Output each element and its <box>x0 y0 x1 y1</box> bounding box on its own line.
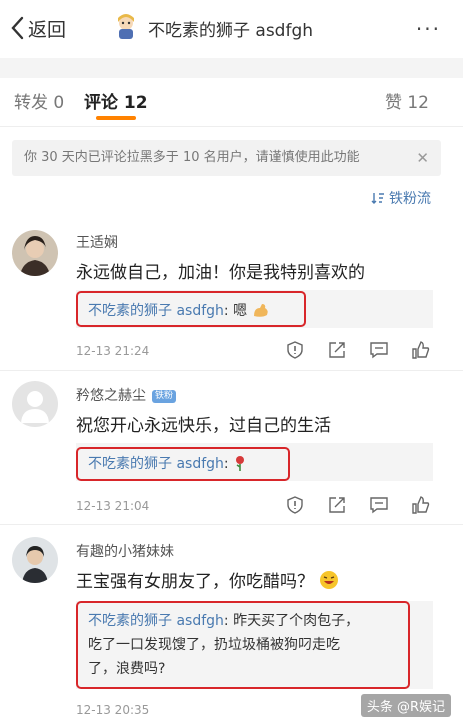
tab-bar: 转发 0 评论 12 赞 12 <box>0 78 463 127</box>
page-title: 不吃素的狮子 asdfgh <box>148 21 314 41</box>
report-icon[interactable] <box>285 495 305 515</box>
share-icon[interactable] <box>327 340 347 360</box>
highlight-box <box>76 291 306 327</box>
comment-actions <box>285 495 431 515</box>
comment-text: 永远做自己，加油！你是我特别喜欢的 <box>76 263 365 283</box>
commenter-name[interactable]: 王适娴 <box>76 232 118 252</box>
report-icon[interactable] <box>285 340 305 360</box>
tab-comments[interactable]: 评论 12 <box>84 88 148 113</box>
more-options-icon[interactable]: ··· <box>416 17 441 41</box>
commenter-name-text: 矜悠之赫尘 <box>76 388 146 404</box>
comment-time: 12-13 20:35 <box>76 703 150 717</box>
comment-text: 祝您开心永远快乐，过自己的生活 <box>76 416 331 436</box>
commenter-name[interactable]: 有趣的小猪妹妹 <box>76 541 174 561</box>
chevron-left-icon <box>11 16 24 40</box>
comment-actions <box>285 340 431 360</box>
divider <box>0 58 463 78</box>
fan-flow-filter[interactable]: 铁粉流 <box>371 188 431 208</box>
block-notice: 你 30 天内已评论拉黑多于 10 名用户，请谨慎使用此功能 ✕ <box>12 140 441 176</box>
avatar[interactable] <box>12 381 58 427</box>
highlight-box <box>76 601 410 689</box>
comment-item: 矜悠之赫尘 铁粉 祝您开心永远快乐，过自己的生活 不吃素的狮子 asdfgh: 1… <box>0 371 463 521</box>
back-button[interactable]: 返回 <box>10 14 66 42</box>
author-avatar[interactable] <box>114 14 138 40</box>
sort-icon <box>371 193 384 204</box>
comment-icon[interactable] <box>369 495 389 515</box>
comment-item: 有趣的小猪妹妹 王宝强有女朋友了，你吃醋吗？ 不吃素的狮子 asdfgh: 昨天… <box>0 525 463 722</box>
highlight-box <box>76 447 290 481</box>
comment-text: 王宝强有女朋友了，你吃醋吗？ <box>76 567 339 592</box>
tab-likes[interactable]: 赞 12 <box>385 88 429 113</box>
back-label: 返回 <box>28 18 67 41</box>
active-tab-indicator <box>96 116 136 120</box>
share-icon[interactable] <box>327 495 347 515</box>
avatar[interactable] <box>12 230 58 276</box>
fan-badge: 铁粉 <box>152 390 177 403</box>
comment-text-content: 王宝强有女朋友了，你吃醋吗？ <box>76 572 314 592</box>
laughing-emoji-icon <box>320 571 339 589</box>
like-icon[interactable] <box>411 495 431 515</box>
commenter-name[interactable]: 矜悠之赫尘 铁粉 <box>76 385 177 405</box>
tab-reposts[interactable]: 转发 0 <box>14 88 64 113</box>
close-icon[interactable]: ✕ <box>416 140 429 176</box>
like-icon[interactable] <box>411 340 431 360</box>
fan-flow-label: 铁粉流 <box>389 191 431 207</box>
comment-time: 12-13 21:24 <box>76 344 150 358</box>
notice-text: 你 30 天内已评论拉黑多于 10 名用户，请谨慎使用此功能 <box>24 150 360 165</box>
top-bar: 返回 不吃素的狮子 asdfgh ··· <box>0 0 463 58</box>
comment-time: 12-13 21:04 <box>76 499 150 513</box>
watermark: 头条 @R娱记 <box>360 694 451 717</box>
comment-item: 王适娴 永远做自己，加油！你是我特别喜欢的 不吃素的狮子 asdfgh: 嗯 1… <box>0 220 463 370</box>
avatar[interactable] <box>12 537 58 583</box>
comment-icon[interactable] <box>369 340 389 360</box>
